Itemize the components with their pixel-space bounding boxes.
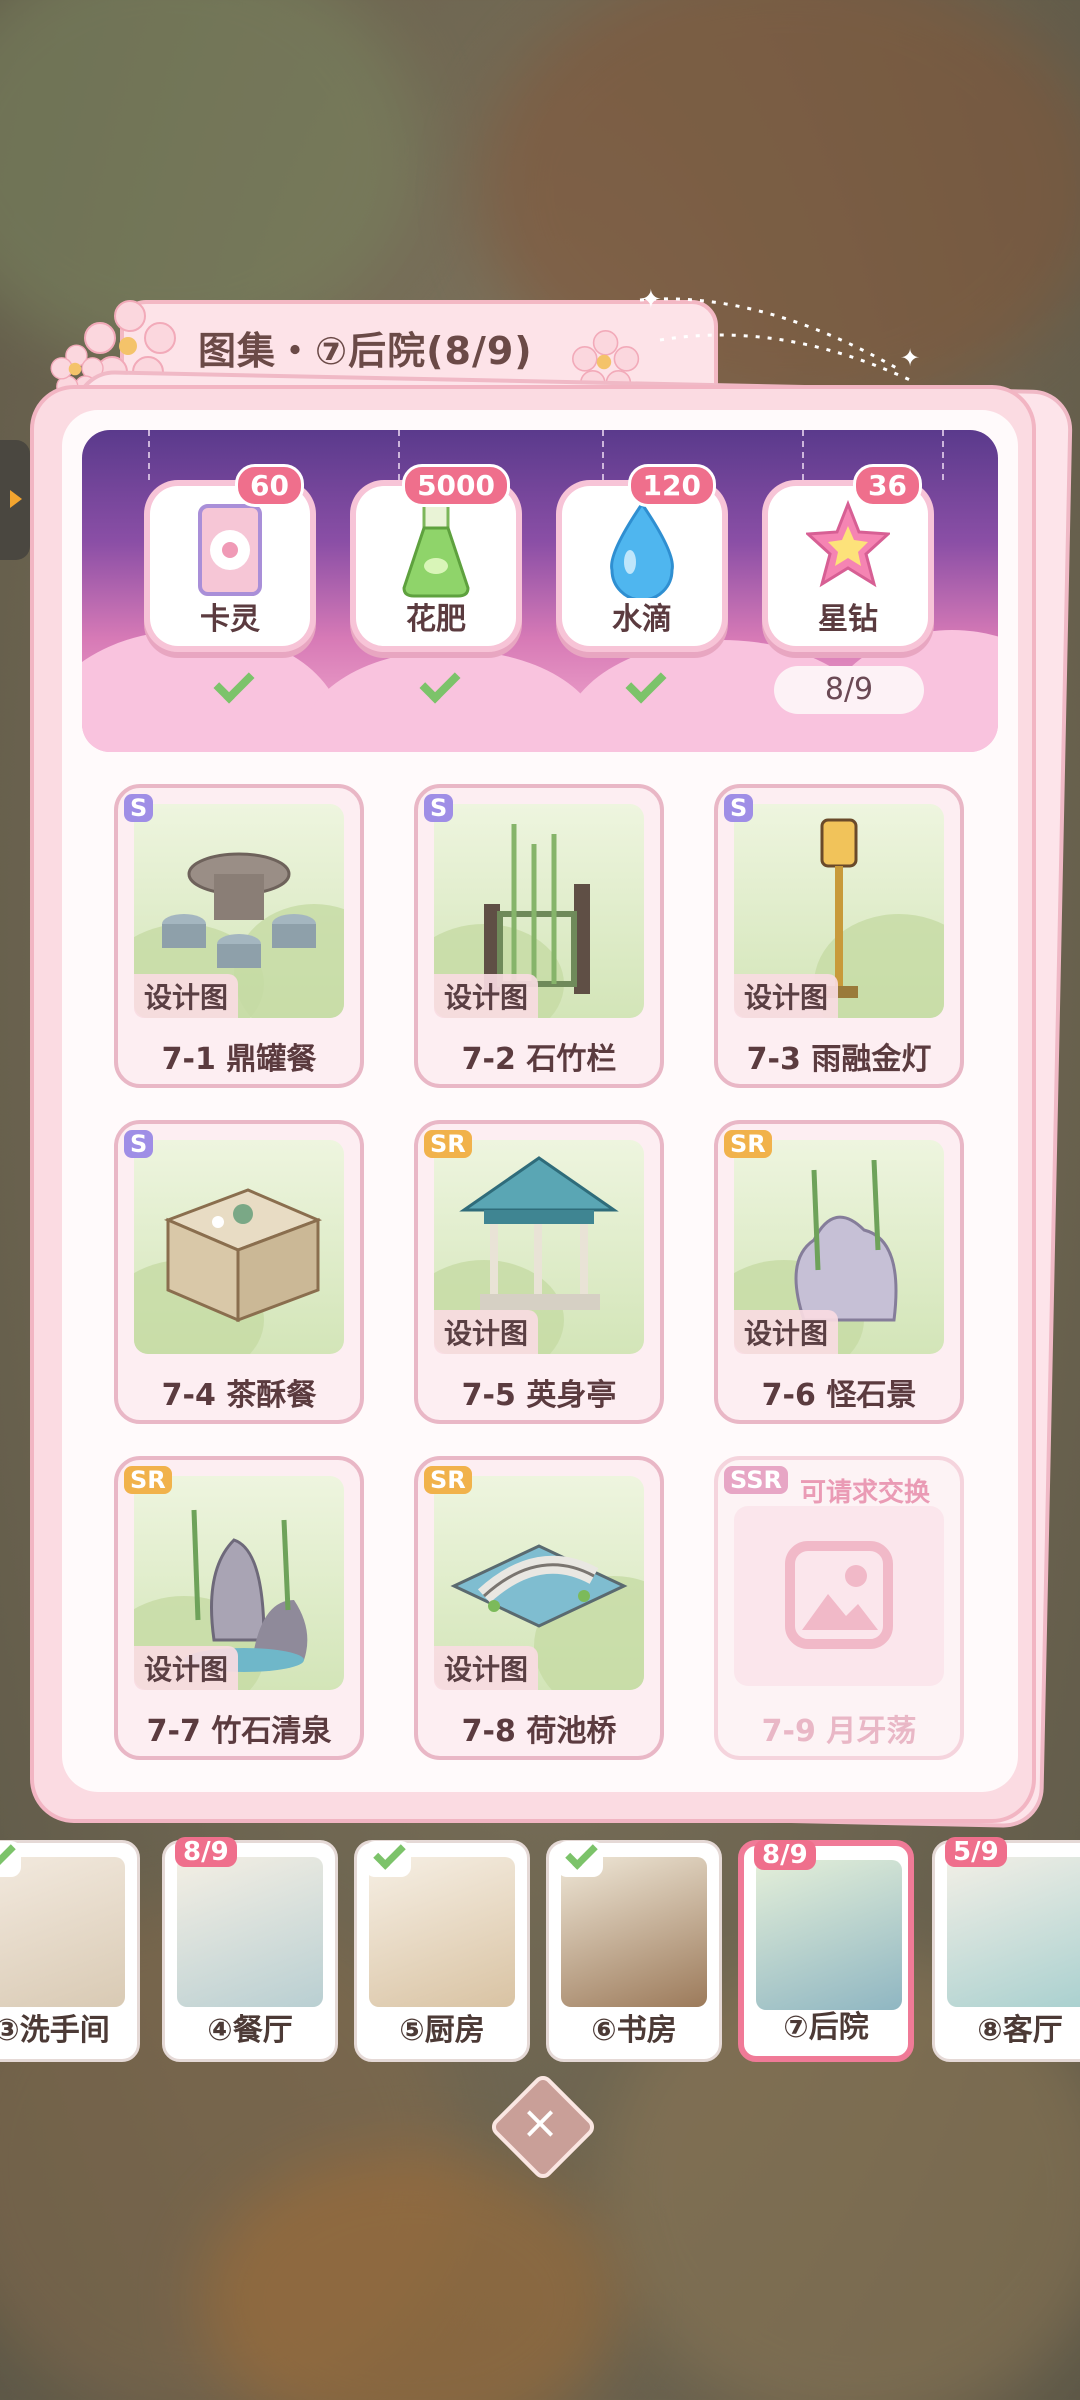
request-exchange-label[interactable]: 可请求交换 (800, 1472, 930, 1509)
room-thumbnail (561, 1857, 707, 2007)
room-progress-badge: 5/9 (945, 1837, 1007, 1867)
reward-label: 水滴 (612, 602, 672, 637)
fertilizer-flask-icon (402, 500, 470, 598)
reward-label: 卡灵 (200, 602, 260, 637)
rarity-badge: SR (424, 1130, 472, 1158)
pavilion-icon (459, 1156, 619, 1310)
item-name: 7-4 茶酥餐 (161, 1378, 317, 1413)
rarity-badge: SSR (724, 1466, 788, 1494)
gallery-item[interactable]: SR 设计图 7-8 荷池桥 (414, 1456, 664, 1760)
item-image (134, 1140, 344, 1354)
item-name: 7-8 荷池桥 (461, 1714, 617, 1749)
reward-water-drop[interactable]: 120 水滴 (562, 464, 722, 646)
tea-table-icon (163, 1188, 323, 1323)
reward-count: 5000 (402, 464, 510, 507)
room-tab[interactable]: ③洗手间 (0, 1840, 140, 2062)
room-tab[interactable]: ⑥书房 (546, 1840, 722, 2062)
room-progress-badge: 8/9 (754, 1840, 816, 1870)
room-thumbnail (756, 1860, 902, 2010)
claimed-check-icon (414, 670, 462, 706)
water-drop-icon (610, 502, 674, 598)
claimed-check-icon (620, 670, 668, 706)
item-name: 7-5 英身亭 (461, 1378, 617, 1413)
reward-count: 36 (853, 464, 922, 507)
item-name: 7-7 竹石清泉 (146, 1714, 332, 1749)
room-tab-active[interactable]: 8/9 ⑦后院 (738, 1840, 914, 2062)
rockery-icon (794, 1160, 898, 1322)
room-label: ⑤厨房 (399, 2013, 485, 2048)
svg-text:✦: ✦ (640, 285, 662, 315)
side-expand-arrow[interactable] (0, 440, 30, 560)
blueprint-tag: 设计图 (134, 1646, 239, 1690)
room-thumbnail (0, 1857, 125, 2007)
lotus-bridge-icon (450, 1544, 628, 1628)
reward-fertilizer[interactable]: 5000 花肥 (356, 464, 516, 646)
room-thumbnail (177, 1857, 323, 2007)
reward-star-diamond[interactable]: 36 星钻 (768, 464, 928, 646)
rarity-badge: S (124, 794, 154, 822)
reward-label: 花肥 (406, 602, 466, 637)
gallery-item[interactable]: S 7-4 茶酥餐 (114, 1120, 364, 1424)
svg-text:✦: ✦ (900, 344, 920, 372)
room-tab[interactable]: ⑤厨房 (354, 1840, 530, 2062)
gallery-title: 图集・⑦后院(8/9) (198, 329, 533, 373)
blueprint-tag: 设计图 (434, 974, 539, 1018)
item-name: 7-1 鼎罐餐 (161, 1042, 317, 1077)
reward-count: 60 (235, 464, 304, 507)
completed-check-icon (557, 1841, 603, 1877)
completed-check-icon (365, 1841, 411, 1877)
completed-check-icon (0, 1841, 21, 1877)
gallery-item[interactable]: S 设计图 7-1 鼎罐餐 (114, 784, 364, 1088)
rarity-badge: S (424, 794, 454, 822)
star-diamond-icon (806, 500, 890, 588)
room-label: ④餐厅 (207, 2013, 293, 2048)
room-tab[interactable]: 5/9 ⑧客厅 (932, 1837, 1080, 2062)
gallery-item[interactable]: SR 设计图 7-5 英身亭 (414, 1120, 664, 1424)
gallery-item[interactable]: SR 设计图 7-7 竹石清泉 (114, 1456, 364, 1760)
blueprint-tag: 设计图 (434, 1646, 539, 1690)
rarity-badge: SR (124, 1466, 172, 1494)
room-label: ⑦后院 (783, 2010, 869, 2045)
room-thumbnail (369, 1857, 515, 2007)
reward-count: 120 (627, 464, 716, 507)
room-label: ③洗手间 (0, 2013, 110, 2048)
rarity-badge: S (724, 794, 754, 822)
reward-card-spirit[interactable]: 60 卡灵 (150, 464, 310, 646)
rarity-badge: SR (724, 1130, 772, 1158)
claimed-check-icon (208, 670, 256, 706)
reward-label: 星钻 (818, 602, 878, 637)
item-name: 7-3 雨融金灯 (746, 1042, 932, 1077)
item-name: 7-6 怪石景 (761, 1378, 917, 1413)
blueprint-tag: 设计图 (734, 974, 839, 1018)
image-placeholder-icon (785, 1541, 893, 1649)
gallery-item-locked[interactable]: SSR 可请求交换 7-9 月牙荡 (714, 1456, 964, 1760)
room-tab[interactable]: 8/9 ④餐厅 (162, 1837, 338, 2062)
close-icon[interactable]: × (510, 2092, 570, 2152)
room-label: ⑧客厅 (977, 2013, 1063, 2048)
item-name: 7-9 月牙荡 (761, 1714, 917, 1749)
blueprint-tag: 设计图 (134, 974, 239, 1018)
round-stone-table-icon (162, 852, 316, 968)
room-label: ⑥书房 (591, 2013, 677, 2048)
blueprint-tag: 设计图 (434, 1310, 539, 1354)
gallery-item[interactable]: S 设计图 7-2 石竹栏 (414, 784, 664, 1088)
blueprint-tag: 设计图 (734, 1310, 839, 1354)
room-thumbnail (947, 1857, 1080, 2007)
card-spirit-icon (198, 504, 262, 596)
gallery-item[interactable]: S 设计图 7-3 雨融金灯 (714, 784, 964, 1088)
reward-progress: 8/9 (774, 666, 924, 714)
room-progress-badge: 8/9 (175, 1837, 237, 1867)
rarity-badge: SR (424, 1466, 472, 1494)
item-placeholder (734, 1506, 944, 1686)
gallery-item[interactable]: SR 设计图 7-6 怪石景 (714, 1120, 964, 1424)
item-name: 7-2 石竹栏 (461, 1042, 617, 1077)
sparkle-string-decoration: ✦ ✦ (639, 285, 920, 382)
rarity-badge: S (124, 1130, 154, 1158)
